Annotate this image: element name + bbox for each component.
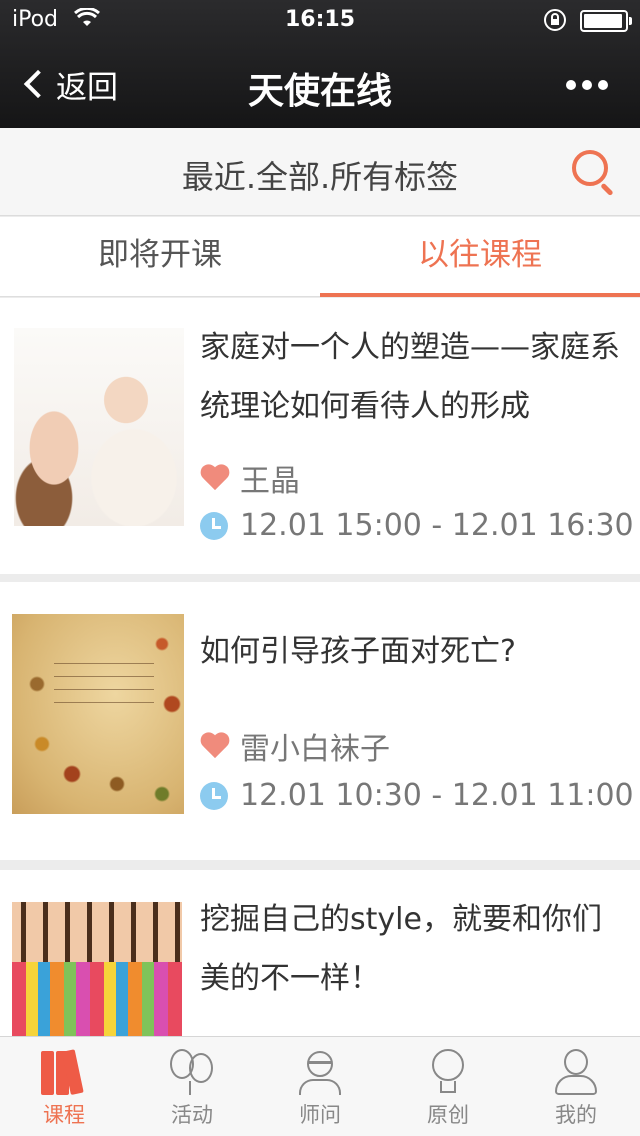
course-card[interactable]: 挖掘自己的style，就要和你们美的不一样！	[0, 870, 640, 1036]
tabbar-activities[interactable]: 活动	[128, 1037, 256, 1136]
nav-bar: 返回 天使在线	[0, 40, 640, 128]
lightbulb-icon	[423, 1047, 473, 1097]
tabbar-ask-teacher[interactable]: 师问	[256, 1037, 384, 1136]
dot-icon	[598, 80, 608, 90]
course-list[interactable]: 家庭对一个人的塑造——家庭系统理论如何看待人的形成 王晶 12.01 15:00…	[0, 298, 640, 1036]
bottom-tab-bar: 课程 活动 师问 原创 我的	[0, 1036, 640, 1136]
tabbar-label: 活动	[171, 1103, 213, 1127]
tabbar-label: 师问	[299, 1103, 341, 1127]
heart-icon	[200, 733, 230, 760]
course-card[interactable]: 如何引导孩子面对死亡? 雷小白袜子 12.01 10:30 - 12.01 11…	[0, 582, 640, 860]
course-teacher: 雷小白袜子	[200, 724, 390, 768]
time-range: 12.01 10:30 - 12.01 11:00	[240, 778, 634, 813]
status-bar: iPod 16:15	[0, 0, 640, 40]
course-thumbnail	[14, 328, 184, 526]
course-time: 12.01 15:00 - 12.01 16:30	[200, 508, 634, 543]
teacher-icon	[295, 1047, 345, 1097]
search-icon[interactable]	[572, 150, 616, 197]
tabbar-label: 原创	[427, 1103, 469, 1127]
course-time: 12.01 10:30 - 12.01 11:00	[200, 778, 634, 813]
heart-icon	[200, 465, 230, 492]
person-icon	[551, 1047, 601, 1097]
balloons-icon	[167, 1047, 217, 1097]
course-thumbnail	[12, 902, 182, 1036]
filter-selector[interactable]: 最近.全部.所有标签	[0, 152, 640, 198]
more-button[interactable]	[566, 80, 608, 90]
tabbar-mine[interactable]: 我的	[512, 1037, 640, 1136]
filter-bar: 最近.全部.所有标签	[0, 128, 640, 216]
time-range: 12.01 15:00 - 12.01 16:30	[240, 508, 634, 543]
course-title: 如何引导孩子面对死亡?	[200, 634, 516, 669]
course-title: 家庭对一个人的塑造——家庭系统理论如何看待人的形成	[200, 330, 620, 424]
clock-icon	[200, 511, 228, 540]
rotation-lock-icon	[543, 8, 567, 38]
course-title: 挖掘自己的style，就要和你们美的不一样！	[200, 902, 602, 996]
dot-icon	[566, 80, 576, 90]
battery-icon	[580, 10, 632, 32]
teacher-name: 王晶	[240, 464, 300, 499]
tabbar-original[interactable]: 原创	[384, 1037, 512, 1136]
app-header: iPod 16:15 返回 天使在线	[0, 0, 640, 128]
course-tabs: 即将开课 以往课程	[0, 217, 640, 297]
books-icon	[39, 1047, 89, 1097]
tab-upcoming[interactable]: 即将开课	[0, 217, 320, 296]
tabbar-courses[interactable]: 课程	[0, 1037, 128, 1136]
page-title: 天使在线	[247, 71, 392, 112]
teacher-name: 雷小白袜子	[240, 732, 390, 767]
course-card[interactable]: 家庭对一个人的塑造——家庭系统理论如何看待人的形成 王晶 12.01 15:00…	[0, 298, 640, 574]
course-teacher: 王晶	[200, 456, 300, 500]
tab-past[interactable]: 以往课程	[320, 217, 640, 297]
tabbar-label: 我的	[555, 1103, 597, 1127]
dot-icon	[582, 80, 592, 90]
clock-icon	[200, 781, 228, 810]
tabbar-label: 课程	[43, 1103, 85, 1127]
course-thumbnail	[12, 614, 184, 814]
